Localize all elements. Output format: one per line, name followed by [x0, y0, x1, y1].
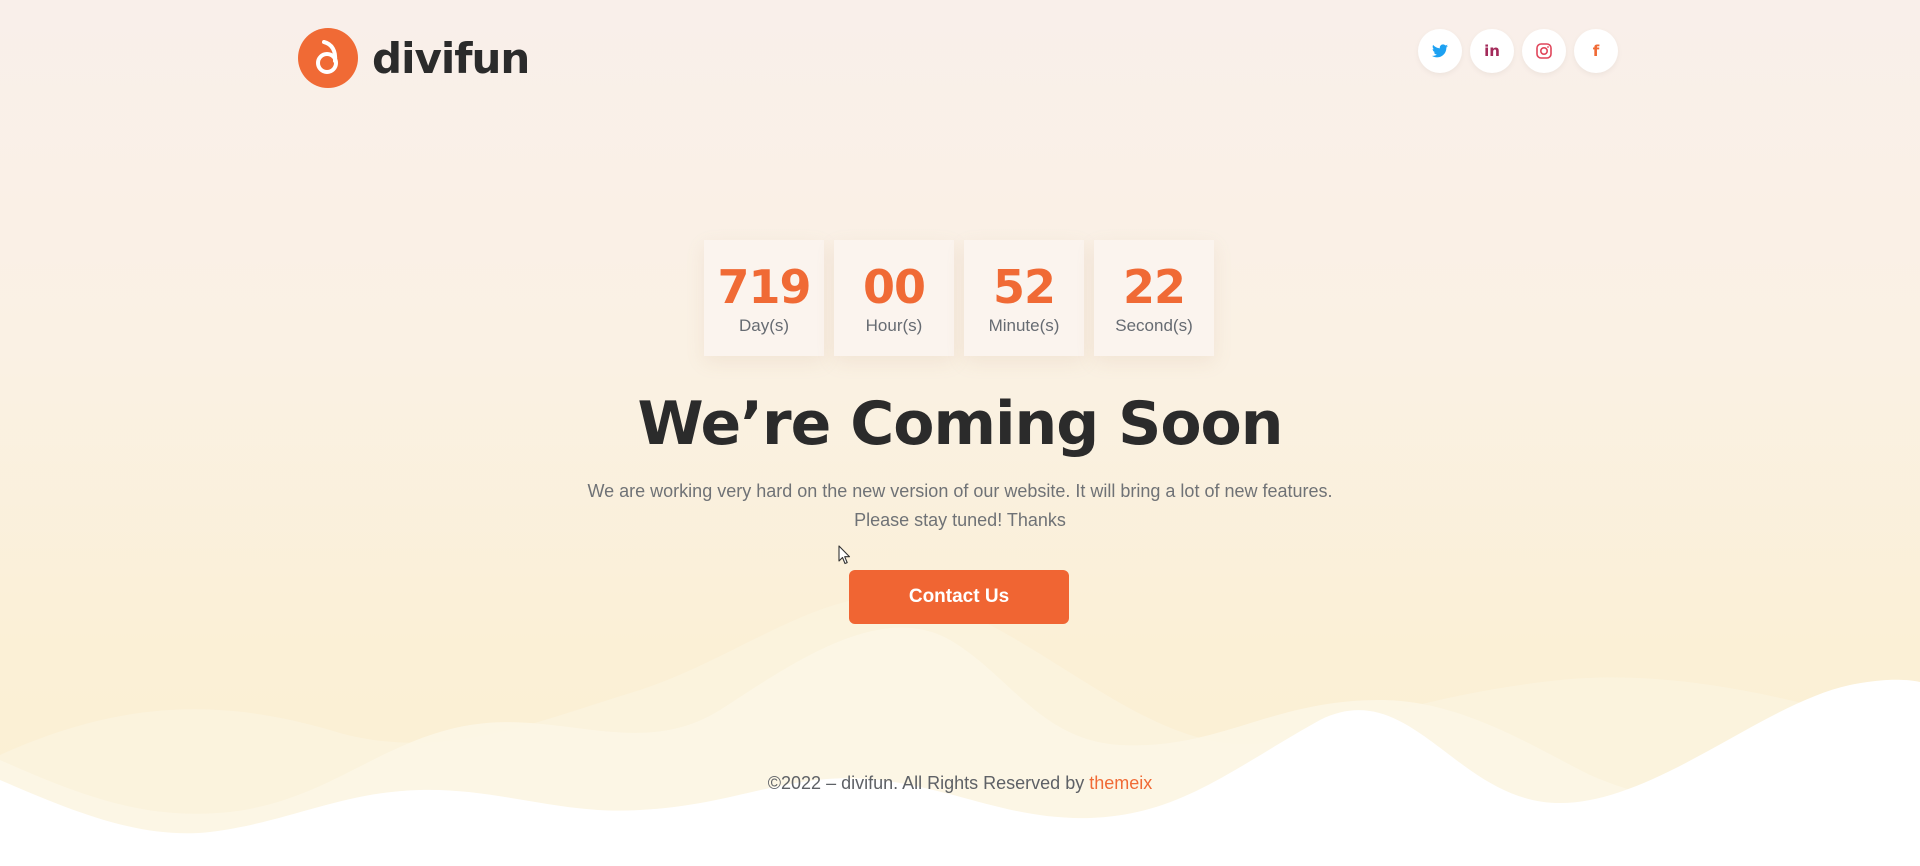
subtitle-line-2: Please stay tuned! Thanks	[854, 510, 1066, 530]
hours-value: 00	[862, 260, 926, 314]
contact-us-button[interactable]: Contact Us	[849, 570, 1069, 624]
instagram-icon	[1536, 43, 1552, 59]
countdown-hours: 00 Hour(s)	[834, 240, 954, 356]
linkedin-icon: in	[1484, 42, 1500, 60]
days-value: 719	[717, 260, 811, 314]
twitter-icon	[1432, 44, 1448, 58]
minutes-value: 52	[992, 260, 1056, 314]
page-title: We’re Coming Soon	[637, 389, 1284, 459]
mouse-cursor-icon	[838, 545, 851, 565]
twitter-link[interactable]	[1418, 29, 1462, 73]
themeix-link[interactable]: themeix	[1089, 773, 1152, 793]
site-header: divifun in f	[0, 0, 1920, 110]
linkedin-link[interactable]: in	[1470, 29, 1514, 73]
days-label: Day(s)	[738, 316, 790, 335]
divifun-logo-icon	[298, 28, 358, 88]
brand-logo[interactable]: divifun	[298, 28, 530, 88]
seconds-value: 22	[1122, 260, 1186, 314]
subtitle-line-1: We are working very hard on the new vers…	[587, 481, 1333, 501]
facebook-link[interactable]: f	[1574, 29, 1618, 73]
footer-copyright: ©2022 – divifun. All Rights Reserved by …	[0, 773, 1920, 794]
facebook-icon: f	[1592, 42, 1600, 60]
countdown-seconds: 22 Second(s)	[1094, 240, 1214, 356]
seconds-label: Second(s)	[1115, 316, 1193, 335]
copyright-text: ©2022 – divifun. All Rights Reserved by	[767, 773, 1090, 793]
countdown-timer: 719 Day(s) 00 Hour(s) 52 Minute(s) 22 Se…	[704, 240, 1214, 356]
instagram-link[interactable]	[1522, 29, 1566, 73]
countdown-days: 719 Day(s)	[704, 240, 824, 356]
minutes-label: Minute(s)	[988, 316, 1060, 335]
social-links: in f	[1418, 29, 1618, 73]
page-subtitle: We are working very hard on the new vers…	[0, 477, 1920, 535]
hours-label: Hour(s)	[865, 316, 923, 335]
brand-name: divifun	[372, 33, 530, 83]
countdown-minutes: 52 Minute(s)	[964, 240, 1084, 356]
